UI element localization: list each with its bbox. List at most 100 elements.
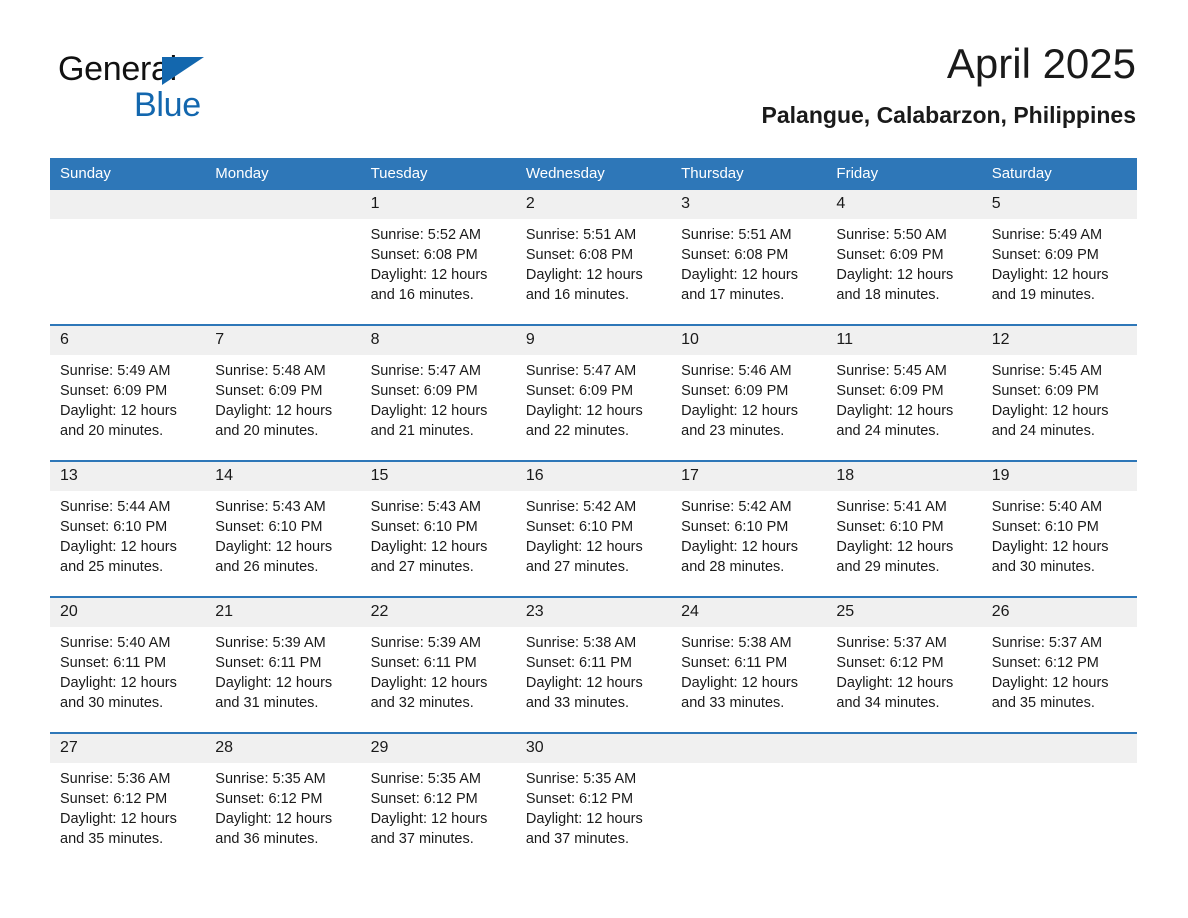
day-cell[interactable]: Sunrise: 5:49 AM Sunset: 6:09 PM Daylight:…	[50, 355, 206, 459]
day-number-cell[interactable]: 4	[826, 190, 982, 219]
day-cell[interactable]: Sunrise: 5:39 AM Sunset: 6:11 PM Daylight:…	[205, 627, 361, 731]
day-number-cell[interactable]: 1	[360, 190, 516, 219]
day-number-cell[interactable]: 10	[671, 326, 827, 355]
day-info-row: Sunrise: 5:40 AM Sunset: 6:11 PM Daylight:…	[50, 627, 1137, 731]
day-number-cell[interactable]: 28	[205, 734, 361, 763]
day-cell[interactable]	[671, 763, 827, 867]
day-number-cell[interactable]: 16	[515, 462, 672, 491]
sunrise-text: Sunrise: 5:38 AM	[681, 635, 792, 651]
calendar-header-row: Sunday Monday Tuesday Wednesday Thursday…	[50, 158, 1137, 190]
day-cell[interactable]: Sunrise: 5:44 AM Sunset: 6:10 PM Daylight:…	[50, 491, 206, 595]
sunset-text: Sunset: 6:10 PM	[370, 519, 478, 535]
day-number-cell[interactable]: 13	[50, 462, 206, 491]
day-number-cell[interactable]: 23	[515, 598, 672, 627]
sunrise-text: Sunrise: 5:47 AM	[525, 363, 637, 379]
day-cell[interactable]: Sunrise: 5:35 AM Sunset: 6:12 PM Daylight:…	[360, 763, 516, 867]
logo-top-row: General	[58, 50, 318, 90]
day-cell[interactable]: Sunrise: 5:45 AM Sunset: 6:09 PM Daylight:…	[981, 355, 1137, 459]
daylight-text-line1: Daylight: 12 hours	[681, 267, 798, 283]
day-number-cell[interactable]: 14	[205, 462, 361, 491]
daylight-text-line1: Daylight: 12 hours	[991, 675, 1109, 691]
day-number-cell[interactable]	[981, 734, 1137, 763]
day-cell[interactable]: Sunrise: 5:38 AM Sunset: 6:11 PM Daylight:…	[515, 627, 672, 731]
day-number-cell[interactable]: 19	[981, 462, 1137, 491]
calendar-body: 1 2 3 4 5 Sunrise: 5:52 AM Sunset: 6:08 PM Dayl…	[50, 190, 1137, 867]
daylight-text-line2: and 26 minutes.	[215, 559, 319, 575]
sunrise-text: Sunrise: 5:35 AM	[215, 771, 326, 787]
day-cell[interactable]	[826, 763, 982, 867]
day-number-cell[interactable]: 12	[981, 326, 1137, 355]
day-number-cell[interactable]	[50, 190, 206, 219]
day-number-cell[interactable]: 15	[360, 462, 516, 491]
day-cell[interactable]: Sunrise: 5:35 AM Sunset: 6:12 PM Daylight:…	[515, 763, 672, 867]
sunrise-text: Sunrise: 5:44 AM	[60, 499, 171, 515]
day-cell[interactable]: Sunrise: 5:51 AM Sunset: 6:08 PM Daylight:…	[671, 219, 827, 323]
day-number-cell[interactable]: 29	[360, 734, 516, 763]
day-number-cell[interactable]: 20	[50, 598, 206, 627]
day-number-cell[interactable]: 17	[671, 462, 827, 491]
day-number-cell[interactable]: 5	[981, 190, 1137, 219]
day-number-cell[interactable]: 3	[671, 190, 827, 219]
day-number-cell[interactable]: 27	[50, 734, 206, 763]
day-cell[interactable]: Sunrise: 5:42 AM Sunset: 6:10 PM Daylight:…	[671, 491, 827, 595]
weekday-header-friday: Friday	[826, 158, 982, 190]
day-cell[interactable]	[981, 763, 1137, 867]
day-cell[interactable]: Sunrise: 5:45 AM Sunset: 6:09 PM Daylight:…	[826, 355, 982, 459]
day-cell[interactable]: Sunrise: 5:38 AM Sunset: 6:11 PM Daylight:…	[671, 627, 827, 731]
day-number-cell[interactable]: 24	[671, 598, 827, 627]
sunrise-text: Sunrise: 5:40 AM	[60, 635, 171, 651]
day-number-cell[interactable]: 6	[50, 326, 206, 355]
day-cell[interactable]: Sunrise: 5:47 AM Sunset: 6:09 PM Daylight:…	[515, 355, 672, 459]
day-cell[interactable]: Sunrise: 5:51 AM Sunset: 6:08 PM Daylight:…	[515, 219, 672, 323]
day-number-cell[interactable]: 18	[826, 462, 982, 491]
day-number-cell[interactable]	[205, 190, 361, 219]
day-info-row: Sunrise: 5:49 AM Sunset: 6:09 PM Daylight:…	[50, 355, 1137, 459]
day-number-cell[interactable]: 7	[205, 326, 361, 355]
daylight-text-line2: and 30 minutes.	[60, 695, 164, 711]
day-number-cell[interactable]	[826, 734, 982, 763]
day-number-cell[interactable]: 30	[515, 734, 672, 763]
day-number-cell[interactable]: 26	[981, 598, 1137, 627]
day-cell[interactable]: Sunrise: 5:40 AM Sunset: 6:10 PM Daylight:…	[981, 491, 1137, 595]
day-number-cell[interactable]	[671, 734, 827, 763]
day-cell[interactable]	[205, 219, 361, 323]
day-cell[interactable]: Sunrise: 5:42 AM Sunset: 6:10 PM Daylight:…	[515, 491, 672, 595]
day-number-cell[interactable]: 11	[826, 326, 982, 355]
day-cell[interactable]: Sunrise: 5:41 AM Sunset: 6:10 PM Daylight:…	[826, 491, 982, 595]
day-number-cell[interactable]: 9	[515, 326, 672, 355]
day-cell[interactable]: Sunrise: 5:43 AM Sunset: 6:10 PM Daylight:…	[360, 491, 516, 595]
day-cell[interactable]: Sunrise: 5:40 AM Sunset: 6:11 PM Daylight:…	[50, 627, 206, 731]
day-cell[interactable]: Sunrise: 5:50 AM Sunset: 6:09 PM Daylight:…	[826, 219, 982, 323]
daylight-text-line2: and 27 minutes.	[525, 559, 630, 575]
day-number-cell[interactable]: 2	[515, 190, 672, 219]
day-cell[interactable]: Sunrise: 5:37 AM Sunset: 6:12 PM Daylight:…	[981, 627, 1137, 731]
day-number-cell[interactable]: 21	[205, 598, 361, 627]
day-cell[interactable]: Sunrise: 5:39 AM Sunset: 6:11 PM Daylight:…	[360, 627, 516, 731]
day-cell[interactable]: Sunrise: 5:49 AM Sunset: 6:09 PM Daylight:…	[981, 219, 1137, 323]
daylight-text-line2: and 20 minutes.	[215, 423, 319, 439]
daylight-text-line1: Daylight: 12 hours	[215, 403, 333, 419]
day-cell[interactable]	[50, 219, 206, 323]
day-cell[interactable]: Sunrise: 5:35 AM Sunset: 6:12 PM Daylight:…	[205, 763, 361, 867]
day-cell[interactable]: Sunrise: 5:37 AM Sunset: 6:12 PM Daylight:…	[826, 627, 982, 731]
sunset-text: Sunset: 6:09 PM	[991, 247, 1099, 263]
day-cell[interactable]: Sunrise: 5:36 AM Sunset: 6:12 PM Daylight:…	[50, 763, 206, 867]
day-cell[interactable]: Sunrise: 5:48 AM Sunset: 6:09 PM Daylight:…	[205, 355, 361, 459]
sunset-text: Sunset: 6:11 PM	[215, 655, 322, 671]
sunset-text: Sunset: 6:08 PM	[525, 247, 634, 263]
sunrise-text: Sunrise: 5:39 AM	[215, 635, 326, 651]
day-cell[interactable]: Sunrise: 5:47 AM Sunset: 6:09 PM Daylight:…	[360, 355, 516, 459]
day-cell[interactable]: Sunrise: 5:46 AM Sunset: 6:09 PM Daylight:…	[671, 355, 827, 459]
day-number-row: 20 21 22 23 24 25 26	[50, 598, 1137, 627]
sunset-text: Sunset: 6:08 PM	[370, 247, 478, 263]
day-info-row: Sunrise: 5:44 AM Sunset: 6:10 PM Daylight:…	[50, 491, 1137, 595]
day-cell[interactable]: Sunrise: 5:43 AM Sunset: 6:10 PM Daylight:…	[205, 491, 361, 595]
day-number-cell[interactable]: 25	[826, 598, 982, 627]
day-cell[interactable]: Sunrise: 5:52 AM Sunset: 6:08 PM Daylight:…	[360, 219, 516, 323]
day-number-cell[interactable]: 22	[360, 598, 516, 627]
daylight-text-line1: Daylight: 12 hours	[370, 811, 488, 827]
day-number-row: 12345	[50, 190, 1137, 219]
day-number-cell[interactable]: 8	[360, 326, 516, 355]
generalblue-logo[interactable]: General Blue	[58, 50, 318, 128]
daylight-text-line2: and 37 minutes.	[370, 831, 474, 847]
